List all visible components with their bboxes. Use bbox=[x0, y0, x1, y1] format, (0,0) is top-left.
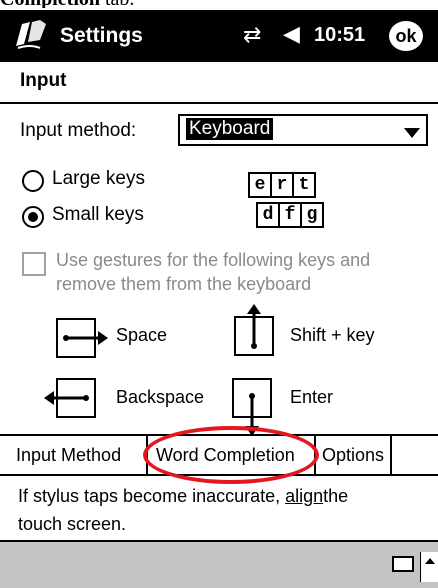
enter-label: Enter bbox=[290, 387, 334, 407]
arrow-right-icon bbox=[63, 331, 108, 345]
space-label: Space bbox=[116, 325, 168, 345]
tab-options[interactable]: Options bbox=[314, 436, 393, 474]
use-gestures-checkbox[interactable] bbox=[22, 252, 46, 276]
key-d: d bbox=[256, 202, 280, 228]
key-t: t bbox=[292, 172, 316, 198]
input-method-select[interactable]: Keyboard bbox=[178, 114, 428, 146]
title-bar: Settings ⇄ ◀ 10:51 ok bbox=[0, 10, 438, 62]
tab-input-method[interactable]: Input Method bbox=[16, 436, 121, 474]
input-method-label: Input method: bbox=[20, 120, 137, 141]
radio-selected-dot bbox=[28, 212, 38, 222]
key-r: r bbox=[270, 172, 294, 198]
align-link[interactable]: align bbox=[285, 486, 323, 506]
ok-button[interactable]: ok bbox=[389, 21, 423, 51]
connectivity-icon[interactable]: ⇄ bbox=[243, 22, 261, 48]
clock[interactable]: 10:51 bbox=[314, 24, 365, 47]
chevron-down-icon[interactable] bbox=[404, 128, 420, 138]
gestures-label-line2: remove them from the keyboard bbox=[56, 274, 312, 294]
highlight-ring bbox=[143, 426, 319, 484]
info-line1-end: the bbox=[323, 486, 349, 506]
caption: Completion tab. bbox=[0, 0, 438, 8]
key-g: g bbox=[300, 202, 324, 228]
large-keys-radio[interactable] bbox=[22, 170, 44, 192]
volume-icon[interactable]: ◀ bbox=[283, 21, 300, 47]
input-method-value: Keyboard bbox=[186, 118, 274, 140]
keyboard-icon[interactable] bbox=[392, 556, 414, 572]
chevron-up-icon bbox=[425, 558, 435, 564]
key-f: f bbox=[278, 202, 302, 228]
arrow-left-icon bbox=[44, 391, 89, 405]
key-preview-row-1: e r t bbox=[248, 172, 316, 198]
input-panel-arrow[interactable] bbox=[420, 552, 438, 582]
menu-bar bbox=[0, 540, 438, 588]
page-header: Input bbox=[0, 62, 438, 104]
info-line2: touch screen. bbox=[18, 514, 127, 534]
key-preview-row-2: d f g bbox=[256, 202, 324, 228]
key-e: e bbox=[248, 172, 272, 198]
app-title: Settings bbox=[60, 24, 143, 47]
windows-flag-icon[interactable] bbox=[10, 18, 52, 52]
gestures-label-line1: Use gestures for the following keys and bbox=[56, 250, 371, 270]
page-title: Input bbox=[20, 70, 67, 91]
arrow-up-icon bbox=[247, 304, 261, 349]
large-keys-label: Large keys bbox=[52, 168, 145, 189]
shift-label: Shift + key bbox=[290, 325, 375, 345]
info-line1: If stylus taps become inaccurate, bbox=[18, 486, 286, 506]
small-keys-label: Small keys bbox=[52, 204, 144, 225]
info-text: If stylus taps become inaccurate, alignt… bbox=[18, 482, 423, 538]
backspace-label: Backspace bbox=[116, 387, 205, 407]
small-keys-radio[interactable] bbox=[22, 206, 44, 228]
